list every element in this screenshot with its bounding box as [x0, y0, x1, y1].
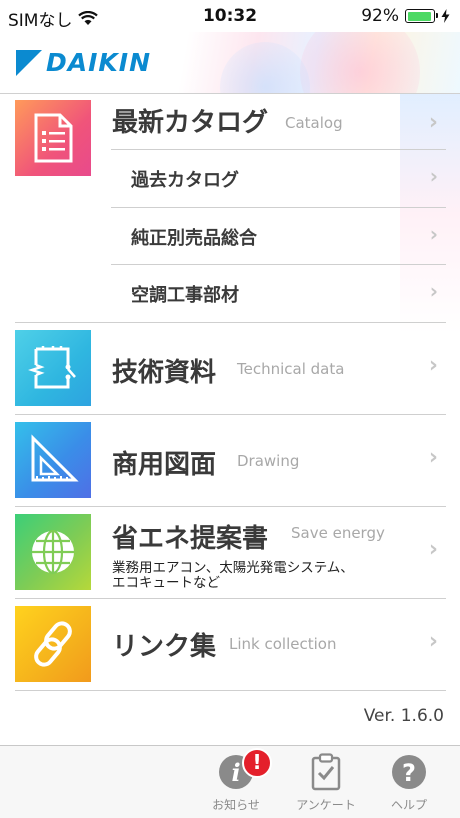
- sub-item-past-catalog[interactable]: 過去カタログ ›: [0, 150, 460, 207]
- sub-item-construction-materials[interactable]: 空調工事部材 ›: [0, 265, 460, 322]
- divider: [15, 414, 446, 415]
- link-collection-title: リンク集: [112, 632, 217, 662]
- save-energy-title: 省エネ提案書: [112, 524, 269, 554]
- chevron-right-icon: ›: [428, 537, 438, 562]
- daikin-logo: DAIKIN: [16, 48, 151, 77]
- tab-help[interactable]: ? ヘルプ: [369, 750, 449, 813]
- header-decoration: [300, 32, 420, 94]
- save-energy-description-line: 業務用エアコン、太陽光発電システム、: [112, 560, 354, 576]
- header-decoration: [220, 42, 310, 94]
- status-right: 92%: [361, 6, 450, 26]
- tab-label: ヘルプ: [390, 798, 427, 812]
- chevron-right-icon: ›: [429, 164, 438, 188]
- daikin-logo-mark-icon: [16, 49, 42, 76]
- globe-icon: [15, 514, 91, 590]
- sub-item-genuine-accessories[interactable]: 純正別売品総合 ›: [0, 208, 460, 265]
- tab-icon-wrap: ?: [369, 750, 449, 794]
- tab-bar: i ! お知らせ アンケート ? ヘルプ: [0, 745, 460, 818]
- app-header: DAIKIN: [0, 32, 460, 94]
- save-energy-description-line: エコキュートなど: [112, 575, 220, 591]
- tab-icon-wrap: [286, 750, 366, 794]
- save-energy-subtitle: Save energy: [291, 524, 385, 542]
- chevron-right-icon: ›: [428, 353, 438, 378]
- sub-item-label: 純正別売品総合: [131, 228, 257, 249]
- tab-icon-wrap: i !: [196, 748, 276, 794]
- link-collection-subtitle: Link collection: [229, 635, 337, 653]
- sub-item-label: 過去カタログ: [131, 170, 239, 191]
- chevron-right-icon: ›: [429, 279, 438, 303]
- status-bar: SIMなし 10:32 92%: [0, 0, 460, 32]
- save-energy-description: 業務用エアコン、太陽光発電システム、 エコキュートなど: [112, 561, 402, 591]
- chevron-right-icon: ›: [429, 222, 438, 246]
- technical-data-title: 技術資料: [112, 358, 217, 388]
- logo-text: DAIKIN: [46, 48, 151, 77]
- technical-data-subtitle: Technical data: [237, 360, 345, 378]
- catalog-subtitle: Catalog: [285, 114, 343, 132]
- chevron-right-icon: ›: [428, 629, 438, 654]
- circuit-board-icon: [15, 330, 91, 406]
- battery-icon: [405, 9, 438, 23]
- set-square-icon: [15, 422, 91, 498]
- svg-text:?: ?: [402, 759, 416, 787]
- divider: [15, 598, 446, 599]
- chain-link-icon: [15, 606, 91, 682]
- chevron-right-icon: ›: [428, 445, 438, 470]
- battery-percent: 92%: [361, 6, 399, 26]
- menu-item-catalog[interactable]: 最新カタログ Catalog ›: [0, 100, 460, 176]
- charging-bolt-icon: [441, 9, 450, 23]
- divider: [15, 322, 446, 323]
- chevron-right-icon: ›: [428, 110, 438, 135]
- divider: [15, 506, 446, 507]
- menu-item-drawing[interactable]: 商用図面 Drawing ›: [0, 422, 460, 506]
- tab-survey[interactable]: アンケート: [286, 750, 366, 813]
- drawing-subtitle: Drawing: [237, 452, 300, 470]
- menu-item-link-collection[interactable]: リンク集 Link collection ›: [0, 606, 460, 690]
- battery-level: [407, 11, 431, 21]
- svg-text:i: i: [231, 758, 240, 787]
- sub-item-label: 空調工事部材: [131, 285, 239, 306]
- catalog-title: 最新カタログ: [112, 108, 269, 138]
- clipboard-icon: [311, 753, 341, 791]
- tab-label: アンケート: [296, 798, 356, 812]
- notification-badge: !: [242, 748, 272, 778]
- tab-notifications[interactable]: i ! お知らせ: [196, 748, 276, 813]
- tab-label: お知らせ: [212, 798, 260, 812]
- header-divider: [0, 93, 460, 94]
- version-label: Ver. 1.6.0: [363, 706, 444, 726]
- drawing-title: 商用図面: [112, 450, 217, 480]
- divider: [15, 690, 446, 691]
- menu-item-technical-data[interactable]: 技術資料 Technical data ›: [0, 330, 460, 414]
- menu-item-save-energy[interactable]: 省エネ提案書 Save energy 業務用エアコン、太陽光発電システム、 エコ…: [0, 514, 460, 598]
- help-icon: ?: [392, 755, 426, 789]
